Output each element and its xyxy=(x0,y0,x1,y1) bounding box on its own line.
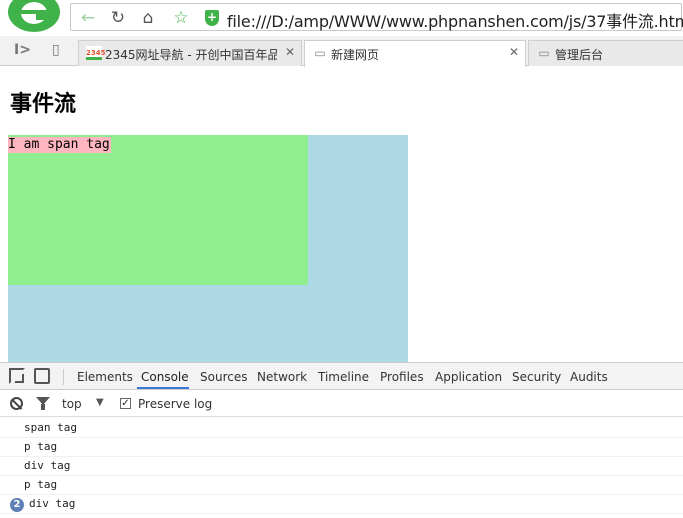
clear-console-icon[interactable] xyxy=(10,397,23,410)
tab-label: 新建网页 xyxy=(331,48,380,62)
console-message: div tag xyxy=(0,457,683,476)
reload-icon[interactable]: ↻ xyxy=(105,7,131,29)
console-message-text: div tag xyxy=(29,497,76,510)
tab-application[interactable]: Application xyxy=(435,370,502,384)
preserve-log-checkbox[interactable]: ✓ xyxy=(120,398,131,409)
console-message-text: div tag xyxy=(24,459,71,472)
page-icon: ▭ xyxy=(314,46,326,60)
mobile-icon[interactable]: ▯ xyxy=(52,42,60,58)
address-bar[interactable]: ← ↻ ⌂ ☆ + file:///D:/amp/WWW/www.phpnans… xyxy=(70,3,683,32)
active-tab-indicator xyxy=(137,387,189,389)
page-heading: 事件流 xyxy=(10,91,77,117)
url-text[interactable]: file:///D:/amp/WWW/www.phpnanshen.com/js… xyxy=(227,8,683,32)
browser-logo-icon xyxy=(8,0,60,32)
inner-p-box[interactable]: I am span tag xyxy=(8,135,308,285)
chevron-down-icon[interactable]: ▼ xyxy=(96,397,104,408)
close-icon[interactable]: ✕ xyxy=(285,45,295,59)
tab-timeline[interactable]: Timeline xyxy=(318,370,369,384)
back-icon[interactable]: ← xyxy=(75,7,101,29)
tab-label: 管理后台 xyxy=(555,48,604,62)
tab-security[interactable]: Security xyxy=(512,370,561,384)
filter-icon[interactable] xyxy=(36,397,50,411)
console-message: p tag xyxy=(0,438,683,457)
console-message: p tag xyxy=(0,476,683,495)
device-toolbar-icon[interactable] xyxy=(34,368,50,384)
devtools-panel: Elements Console Sources Network Timelin… xyxy=(0,362,683,518)
repeat-count-badge: 2 xyxy=(10,498,24,512)
console-message-text: p tag xyxy=(24,478,58,491)
console-filter-bar: top ▼ ✓ Preserve log xyxy=(0,391,683,417)
tab-label: 2345网址导航 - 开创中国百年品 xyxy=(105,48,277,62)
tab-strip: I> ▯ 2345 2345网址导航 - 开创中国百年品 ✕ ▭ 新建网页 ✕ … xyxy=(0,36,683,67)
span-tag[interactable]: I am span tag xyxy=(8,137,111,153)
browser-toolbar: ← ↻ ⌂ ☆ + file:///D:/amp/WWW/www.phpnans… xyxy=(0,0,683,36)
devtools-tabbar: Elements Console Sources Network Timelin… xyxy=(0,363,683,390)
page-icon: ▭ xyxy=(538,46,550,60)
shield-icon[interactable]: + xyxy=(205,10,219,26)
console-message: span tag xyxy=(0,419,683,438)
context-select[interactable]: top xyxy=(62,397,82,411)
home-icon[interactable]: ⌂ xyxy=(135,7,161,29)
2345-favicon-icon: 2345 xyxy=(86,46,105,60)
tab-elements[interactable]: Elements xyxy=(77,370,133,384)
inspect-element-icon[interactable] xyxy=(9,368,25,384)
close-icon[interactable]: ✕ xyxy=(509,45,519,59)
preserve-log-label[interactable]: Preserve log xyxy=(138,397,212,411)
tab-profiles[interactable]: Profiles xyxy=(380,370,424,384)
tab-audits[interactable]: Audits xyxy=(570,370,608,384)
console-message-text: p tag xyxy=(24,440,58,453)
tab-sources[interactable]: Sources xyxy=(200,370,247,384)
sidebar-toggle-icon[interactable]: I> xyxy=(14,42,31,58)
console-message: 2 div tag xyxy=(0,495,683,514)
outer-div-box[interactable]: I am span tag xyxy=(8,135,408,362)
tab-admin[interactable]: ▭ 管理后台 xyxy=(528,40,683,66)
tab-network[interactable]: Network xyxy=(257,370,307,384)
tab-console[interactable]: Console xyxy=(141,370,189,384)
divider xyxy=(63,369,64,385)
star-icon[interactable]: ☆ xyxy=(168,7,194,29)
console-message-text: span tag xyxy=(24,421,77,434)
tab-new-page[interactable]: ▭ 新建网页 ✕ xyxy=(304,40,526,67)
tab-2345[interactable]: 2345 2345网址导航 - 开创中国百年品 ✕ xyxy=(78,40,302,66)
